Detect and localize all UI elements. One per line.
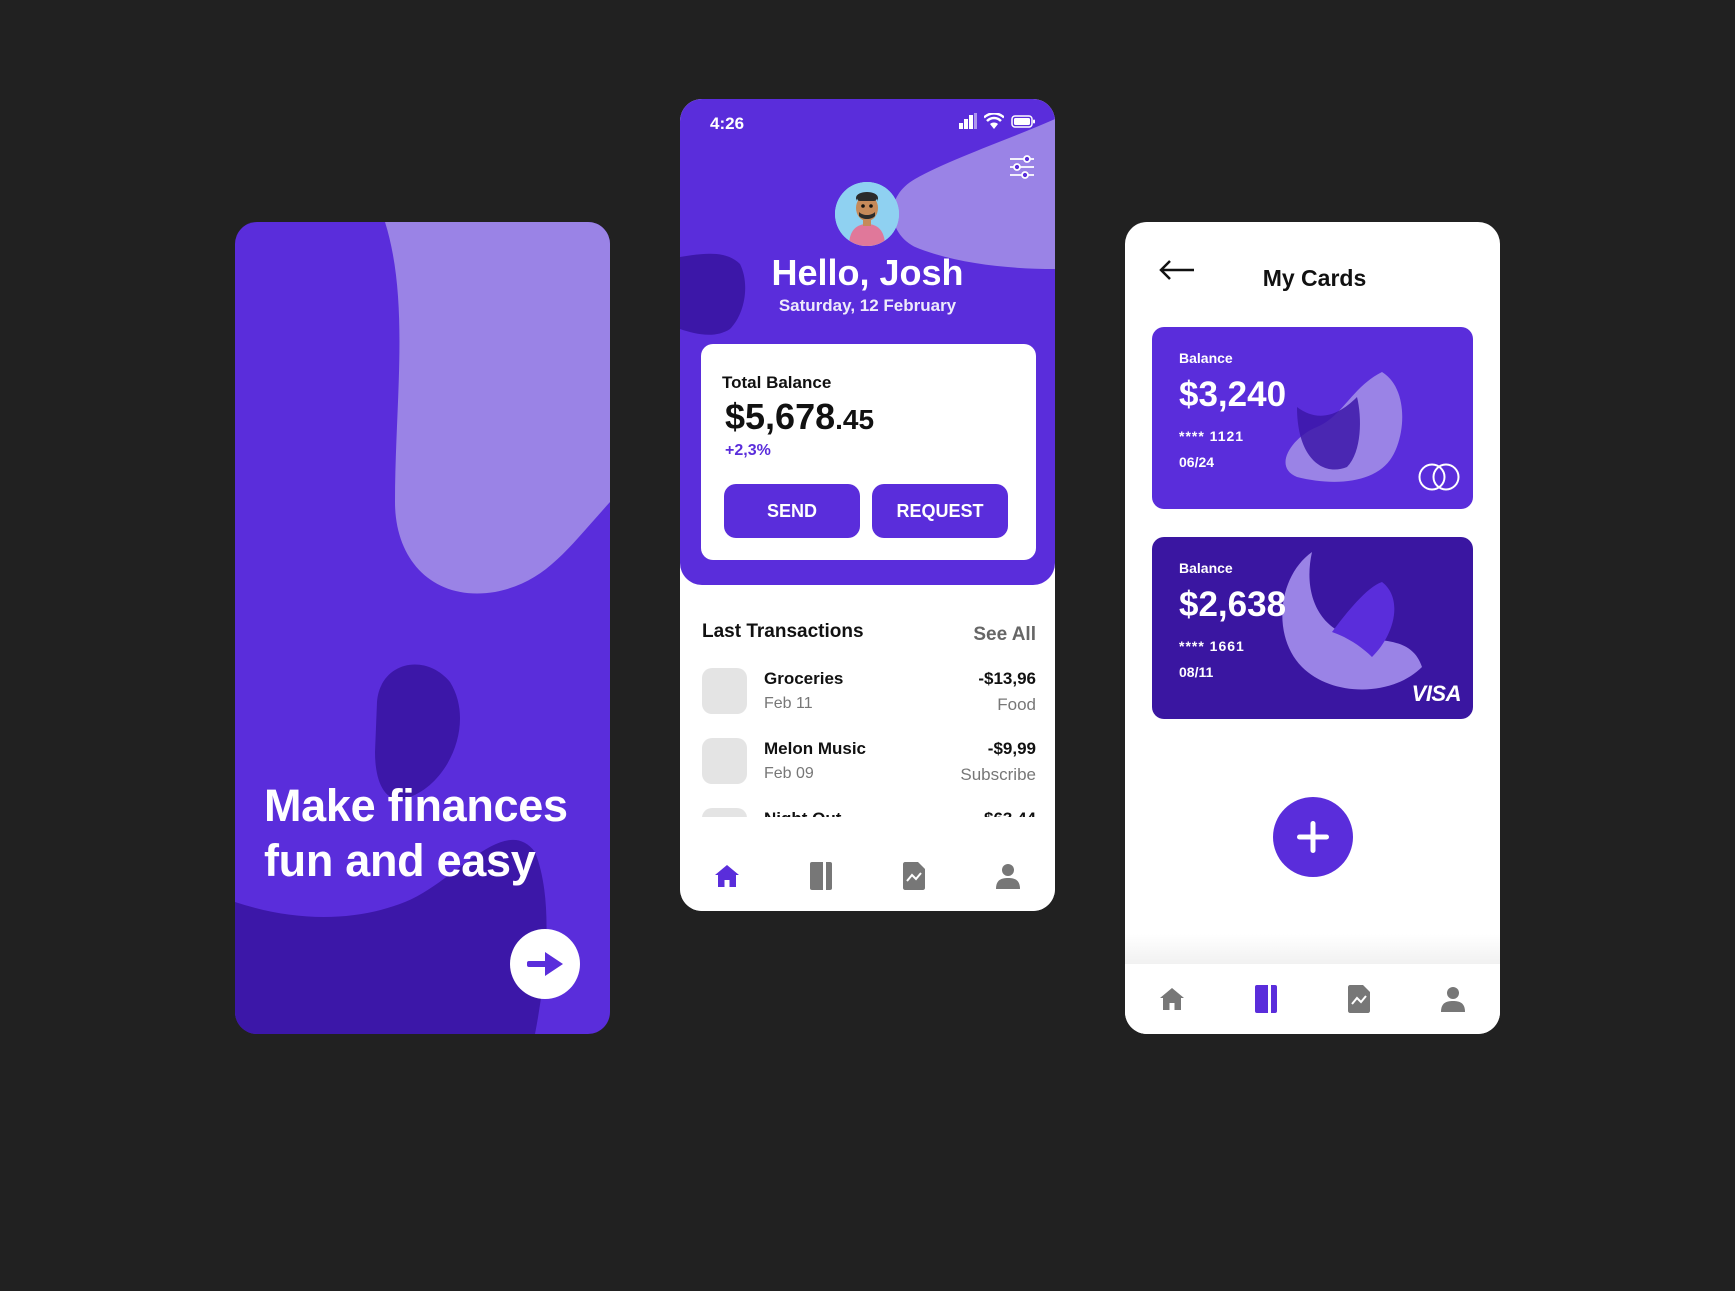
transaction-thumbnail bbox=[702, 668, 747, 714]
card-icon bbox=[809, 862, 832, 890]
balance-label: Total Balance bbox=[722, 373, 832, 392]
transaction-amount: -$13,96 bbox=[978, 669, 1036, 688]
transactions-title: Last Transactions bbox=[702, 621, 864, 642]
payment-card[interactable]: Balance $2,638 **** 1661 08/11 VISA bbox=[1152, 537, 1473, 719]
profile-icon bbox=[996, 864, 1021, 889]
cards-screen: My Cards Balance $3,240 **** 1121 06/24 … bbox=[1125, 222, 1500, 1034]
transaction-thumbnail bbox=[702, 738, 747, 784]
home-screen: 4:26 Hello, Josh Saturday, 12 February T… bbox=[680, 99, 1055, 911]
balance-card: Total Balance $5,678.45 +2,3% SEND REQUE… bbox=[701, 344, 1036, 560]
card-number: **** 1121 bbox=[1179, 428, 1245, 444]
arrow-right-icon bbox=[527, 952, 563, 976]
report-icon bbox=[1348, 985, 1371, 1013]
payment-card[interactable]: Balance $3,240 **** 1121 06/24 bbox=[1152, 327, 1473, 509]
onboarding-screen: Make finances fun and easy bbox=[235, 222, 610, 1034]
home-icon bbox=[1159, 988, 1184, 1010]
transaction-amount: -$9,99 bbox=[987, 739, 1036, 758]
card-balance-label: Balance bbox=[1179, 350, 1233, 366]
transaction-amount: -$63,44 bbox=[978, 809, 1036, 817]
avatar[interactable] bbox=[835, 182, 899, 246]
transaction-item[interactable]: Night Out -$63,44 bbox=[702, 807, 1036, 817]
transaction-date: Feb 11 bbox=[764, 695, 813, 712]
mastercard-logo bbox=[1417, 462, 1461, 497]
report-icon bbox=[903, 862, 926, 890]
card-number: **** 1661 bbox=[1179, 638, 1245, 654]
page-title: My Cards bbox=[1262, 265, 1367, 291]
card-balance-amount: $3,240 bbox=[1179, 375, 1287, 414]
signal-icon bbox=[959, 113, 977, 129]
tabbar-shadow bbox=[1125, 934, 1500, 964]
send-button[interactable]: SEND bbox=[724, 484, 860, 538]
card-expiry: 08/11 bbox=[1179, 664, 1214, 680]
tab-cards[interactable] bbox=[801, 856, 841, 896]
home-icon bbox=[714, 865, 739, 887]
bottom-tab-bar bbox=[680, 841, 1055, 911]
home-header: 4:26 Hello, Josh Saturday, 12 February T… bbox=[680, 99, 1055, 585]
current-date: Saturday, 12 February bbox=[778, 296, 957, 315]
bottom-tab-bar bbox=[1125, 964, 1500, 1034]
status-icons bbox=[959, 113, 1035, 129]
request-button[interactable]: REQUEST bbox=[872, 484, 1008, 538]
card-expiry: 06/24 bbox=[1179, 454, 1215, 470]
tab-reports[interactable] bbox=[1339, 979, 1379, 1019]
transaction-category: Subscribe bbox=[960, 765, 1036, 784]
transaction-name: Groceries bbox=[764, 669, 844, 688]
transaction-category: Food bbox=[997, 695, 1036, 714]
transaction-item[interactable]: Groceries Feb 11 -$13,96 Food bbox=[702, 667, 1036, 729]
filter-button[interactable] bbox=[1009, 154, 1035, 185]
transaction-name: Night Out bbox=[764, 809, 841, 817]
add-card-button[interactable] bbox=[1273, 797, 1353, 877]
card-balance-label: Balance bbox=[1179, 560, 1233, 576]
onboarding-headline: Make finances fun and easy bbox=[264, 780, 568, 886]
balance-amount-main: $5,678 bbox=[725, 396, 836, 437]
wifi-icon bbox=[984, 113, 1004, 129]
mastercard-icon bbox=[1418, 463, 1460, 491]
transaction-item[interactable]: Melon Music Feb 09 -$9,99 Subscribe bbox=[702, 737, 1036, 799]
greeting: Hello, Josh bbox=[771, 252, 964, 293]
visa-logo: VISA bbox=[1411, 681, 1462, 706]
tab-profile[interactable] bbox=[1433, 979, 1473, 1019]
tab-cards[interactable] bbox=[1246, 979, 1286, 1019]
sliders-icon bbox=[1010, 155, 1034, 179]
tab-home[interactable] bbox=[707, 856, 747, 896]
plus-icon bbox=[1297, 821, 1329, 853]
see-all-link[interactable]: See All bbox=[973, 624, 1036, 646]
tab-profile[interactable] bbox=[988, 856, 1028, 896]
transaction-name: Melon Music bbox=[764, 739, 867, 758]
balance-change: +2,3% bbox=[725, 442, 771, 459]
transaction-date: Feb 09 bbox=[764, 765, 814, 782]
tab-reports[interactable] bbox=[894, 856, 934, 896]
transactions-list: Groceries Feb 11 -$13,96 Food Melon Musi… bbox=[680, 667, 1055, 817]
balance-amount-cents: .45 bbox=[835, 404, 875, 435]
balance-amount: $5,678.45 bbox=[725, 396, 874, 438]
battery-icon bbox=[1011, 114, 1035, 128]
next-button[interactable] bbox=[510, 929, 580, 999]
transaction-thumbnail bbox=[702, 808, 747, 817]
tab-home[interactable] bbox=[1152, 979, 1192, 1019]
profile-icon bbox=[1441, 987, 1466, 1012]
user-avatar-image bbox=[835, 182, 899, 246]
onboarding-background-shapes bbox=[235, 222, 610, 1034]
card-icon bbox=[1254, 985, 1277, 1013]
card-balance-amount: $2,638 bbox=[1179, 585, 1287, 624]
status-time: 4:26 bbox=[710, 114, 745, 133]
